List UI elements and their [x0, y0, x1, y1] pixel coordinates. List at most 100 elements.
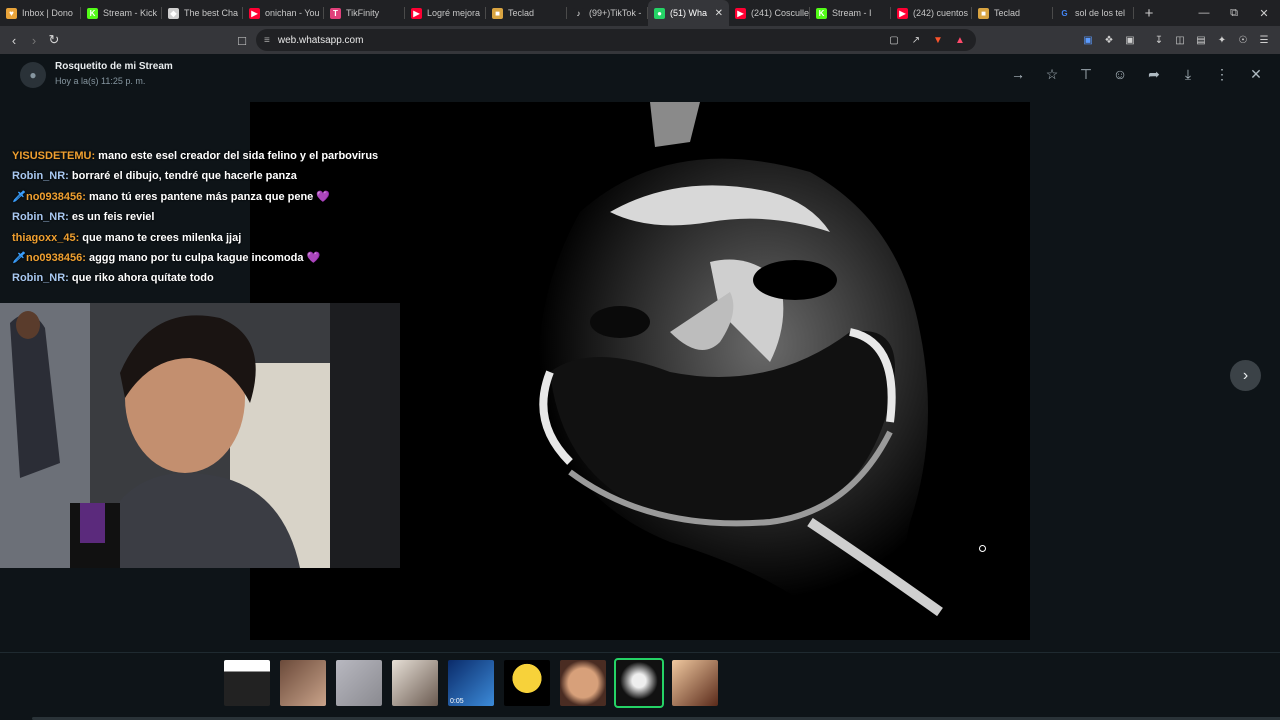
media-thumbnail[interactable]: 0:05	[448, 660, 494, 706]
tab-label: TikFinity	[346, 8, 380, 18]
video-duration: 0:05	[450, 698, 464, 705]
pin-icon[interactable]: ⊤	[1076, 64, 1096, 84]
leo-icon[interactable]: ✦	[1214, 32, 1230, 48]
download-icon[interactable]: ⤓	[1178, 64, 1198, 84]
close-icon[interactable]: ✕	[1246, 64, 1266, 84]
avatar[interactable]: ●	[20, 62, 46, 88]
react-icon[interactable]: ☺	[1110, 64, 1130, 84]
tab-label: Stream - I	[832, 8, 872, 18]
browser-tab[interactable]: K Stream - I	[810, 0, 891, 26]
kick-icon: K	[87, 7, 98, 19]
chat-text: mano este esel creador del sida felino y…	[95, 150, 379, 162]
extensions-icon[interactable]: ❖	[1101, 32, 1117, 48]
next-media-button[interactable]: ›	[1230, 360, 1261, 391]
forward-icon[interactable]: ➦	[1144, 64, 1164, 84]
chat-username: no0938456:	[25, 190, 86, 203]
close-tab-icon[interactable]: ✕	[715, 8, 723, 19]
cast-icon[interactable]: ▢	[886, 32, 902, 48]
webcam-overlay	[0, 303, 400, 568]
media-thumbnail[interactable]	[614, 658, 664, 708]
chat-username: Robin_NR:	[12, 272, 69, 285]
restore-button[interactable]: ⧉	[1218, 0, 1250, 26]
chat-message: Robin_NR: que riko ahora quítate todo	[0, 268, 400, 288]
media-thumbnail[interactable]	[224, 660, 270, 706]
browser-tab[interactable]: ● (51) Wha ✕	[648, 0, 729, 26]
media-viewer: ● Rosquetito de mi Stream Hoy a la(s) 11…	[0, 54, 1280, 720]
url-text: web.whatsapp.com	[277, 34, 364, 46]
browser-tab[interactable]: Gsol de los tel	[1053, 0, 1134, 26]
go-to-message-icon[interactable]: →	[1008, 64, 1028, 84]
browser-tab[interactable]: T TikFinity	[324, 0, 405, 26]
chat-text: mano tú eres pantene más panza que pene …	[85, 190, 331, 203]
shield-icon: ◆	[168, 7, 179, 19]
tab-label: The best Cha	[184, 8, 239, 18]
tab-label: onichan - You	[265, 8, 320, 18]
chat-message: Robin_NR: borraré el dibujo, tendré que …	[0, 166, 400, 186]
browser-tab[interactable]: ■ Teclad	[972, 0, 1053, 26]
more-options-icon[interactable]: ⋮	[1212, 64, 1232, 84]
browser-tab[interactable]: ▶ onichan - You	[243, 0, 324, 26]
close-window-button[interactable]: ✕	[1248, 0, 1280, 26]
chat-username: Robin_NR:	[12, 170, 69, 183]
star-icon[interactable]: ☆	[1042, 64, 1062, 84]
tiktok-icon: ♪	[573, 7, 584, 19]
downloads-icon[interactable]: ↧	[1151, 32, 1167, 48]
chat-text: que mano te crees milenka jjaj	[79, 231, 242, 244]
vpn-icon[interactable]: ☉	[1235, 32, 1251, 48]
media-thumbnail[interactable]	[504, 660, 550, 706]
media-thumbnail[interactable]	[280, 660, 326, 706]
tab-label: Inbox | Dono	[22, 8, 73, 18]
sender-name: Rosquetito de mi Stream	[55, 61, 173, 72]
bookmark-icon[interactable]: □	[232, 30, 252, 50]
brave-shield-icon[interactable]: ▼	[930, 32, 946, 48]
site-info-icon[interactable]: ≡	[264, 35, 270, 46]
tab-label: Teclad	[508, 8, 535, 18]
chat-text: es un feis reviel	[68, 211, 155, 224]
back-icon[interactable]: ‹	[4, 30, 24, 50]
sidebar-icon[interactable]: ◫	[1172, 32, 1188, 48]
media-thumbnail[interactable]	[392, 660, 438, 706]
tikfinity-icon: T	[330, 7, 341, 19]
new-tab-button[interactable]: +	[1138, 2, 1160, 24]
media-thumbnail[interactable]	[560, 660, 606, 706]
chat-message: 🗡no0938456: mano tú eres pantene más pan…	[0, 187, 400, 207]
google-icon: G	[1059, 7, 1070, 19]
browser-tab[interactable]: ◆ The best Cha	[162, 0, 243, 26]
stream-chat-overlay: YISUSDETEMU: mano este esel creador del …	[0, 146, 400, 289]
viewer-header: ● Rosquetito de mi Stream Hoy a la(s) 11…	[0, 54, 1280, 98]
chat-username: thiagoxx_45:	[12, 231, 80, 244]
url-field[interactable]: ≡ web.whatsapp.com ▢ ↗ ▼ ▲	[256, 29, 976, 51]
browser-tab[interactable]: ▶ Logré mejora	[405, 0, 486, 26]
screenshot-icon[interactable]: ▣	[1122, 32, 1138, 48]
chat-text: aggg mano por tu culpa kague incomoda 💜	[85, 252, 321, 265]
forward-icon[interactable]: ›	[24, 30, 44, 50]
divider	[0, 652, 1280, 653]
donation-icon: ♥	[6, 7, 17, 19]
youtube-icon: ▶	[897, 7, 908, 19]
kick-icon: K	[816, 7, 827, 19]
youtube-icon: ▶	[411, 7, 422, 19]
media-thumbnail[interactable]	[672, 660, 718, 706]
tab-strip: ♥ Inbox | Dono K Stream - Kick ◆ The best Cha…	[0, 0, 1280, 26]
translate-icon[interactable]: ▣	[1080, 32, 1096, 48]
minimize-button[interactable]: —	[1188, 0, 1220, 26]
brave-rewards-icon[interactable]: ▲	[952, 32, 968, 48]
reload-icon[interactable]: ↻	[44, 30, 64, 50]
media-thumbnail-strip: 0:05	[224, 658, 718, 708]
browser-tab[interactable]: ▶ (241) Cosculle	[729, 0, 810, 26]
menu-icon[interactable]: ☰	[1256, 32, 1272, 48]
media-thumbnail[interactable]	[336, 660, 382, 706]
sword-badge-icon: 🗡	[12, 190, 26, 203]
browser-tab[interactable]: ♥ Inbox | Dono	[0, 0, 81, 26]
tab-label: Teclad	[994, 8, 1021, 18]
youtube-icon: ▶	[249, 7, 260, 19]
browser-tab[interactable]: ♪ (99+)TikTok -	[567, 0, 648, 26]
browser-tab[interactable]: ▶ (242) cuentos	[891, 0, 972, 26]
browser-tab[interactable]: K Stream - Kick	[81, 0, 162, 26]
page-icon: ■	[978, 7, 989, 19]
browser-tab[interactable]: ■ Teclad	[486, 0, 567, 26]
tab-label: (51) Wha	[670, 8, 708, 18]
chat-username: YISUSDETEMU:	[12, 150, 96, 162]
wallet-icon[interactable]: ▤	[1193, 32, 1209, 48]
share-icon[interactable]: ↗	[908, 32, 924, 48]
